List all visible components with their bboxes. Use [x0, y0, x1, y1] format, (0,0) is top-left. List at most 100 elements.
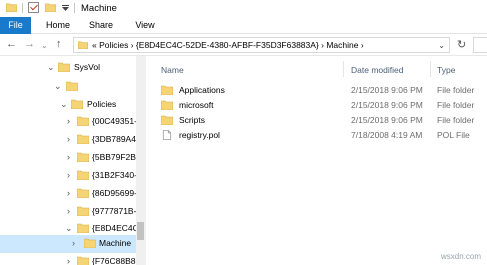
folder-icon: [77, 223, 89, 233]
file-date: 2/15/2018 9:06 PM: [351, 115, 423, 125]
ribbon-tabs: File Home Share View: [0, 17, 487, 34]
tree-item-label: {F76C88B8-: [92, 256, 139, 265]
window-title: Machine: [81, 3, 117, 14]
folder-icon: [6, 3, 17, 12]
watermark: wsxdn.com: [441, 252, 482, 261]
back-arrow-icon[interactable]: ←: [6, 39, 17, 50]
folder-icon: [71, 99, 83, 109]
file-date: 2/15/2018 9:06 PM: [351, 100, 423, 110]
chevron-right-icon[interactable]: ›: [67, 170, 70, 180]
divider: [22, 3, 23, 13]
folder-icon: [161, 115, 173, 125]
file-icon: [162, 130, 172, 140]
folder-icon: [77, 116, 89, 126]
folder-icon: [77, 206, 89, 216]
tree-item-policy[interactable]: › {9777871B-: [0, 203, 136, 221]
folder-icon: [66, 81, 78, 91]
tree-item-label: {00C49351-: [92, 116, 137, 126]
list-item[interactable]: Scripts 2/15/2018 9:06 PM File folder: [146, 113, 487, 128]
chevron-right-icon[interactable]: ›: [67, 206, 70, 216]
tree-item-label: {3DB789A4: [92, 134, 136, 144]
tab-home[interactable]: Home: [41, 17, 75, 34]
folder-icon: [58, 62, 70, 72]
tree-item-policy[interactable]: › {00C49351-: [0, 113, 137, 131]
tree-item-label: {9777871B-: [92, 206, 137, 216]
file-name: Scripts: [179, 115, 205, 125]
folder-icon: [77, 256, 89, 265]
column-header-name[interactable]: Name: [161, 65, 184, 75]
address-dropdown-icon[interactable]: ⌄: [438, 41, 445, 50]
tab-view[interactable]: View: [128, 17, 162, 34]
file-type: File folder: [437, 85, 475, 95]
file-date: 2/15/2018 9:06 PM: [351, 85, 423, 95]
tree-item-policy[interactable]: › {5BB79F2B-: [0, 149, 139, 167]
file-name: Applications: [179, 85, 225, 95]
file-date: 7/18/2008 4:19 AM: [351, 130, 423, 140]
column-header-type[interactable]: Type: [437, 65, 455, 75]
search-input[interactable]: [473, 37, 487, 53]
tree-item-unnamed[interactable]: ⌄: [0, 78, 136, 96]
chevron-down-icon[interactable]: ⌄: [60, 99, 68, 109]
tree-item-sysvol[interactable]: ⌄ SysVol: [0, 59, 136, 77]
navigation-scrollbar[interactable]: [136, 56, 145, 265]
address-path[interactable]: « Policies › {E8D4EC4C-52DE-4380-AFBF-F3…: [92, 40, 364, 50]
chevron-right-icon[interactable]: ›: [67, 152, 70, 162]
chevron-right-icon[interactable]: ›: [67, 116, 70, 126]
folder-icon: [77, 188, 89, 198]
column-header-date[interactable]: Date modified: [351, 65, 403, 75]
folder-icon: [161, 100, 173, 110]
forward-arrow-icon[interactable]: →: [24, 39, 35, 50]
chevron-down-icon[interactable]: ⌄: [54, 81, 62, 91]
folder-icon: [77, 134, 89, 144]
chevron-right-icon[interactable]: ›: [67, 256, 70, 265]
scrollbar-thumb[interactable]: [137, 222, 144, 240]
file-type: File folder: [437, 115, 475, 125]
file-name: registry.pol: [179, 130, 220, 140]
properties-icon[interactable]: [28, 2, 39, 13]
tree-item-label: {E8D4EC4C: [92, 223, 139, 233]
tab-share[interactable]: Share: [84, 17, 118, 34]
tree-item-policy[interactable]: › {86D95699-: [0, 185, 137, 203]
chevron-right-icon[interactable]: ›: [72, 238, 75, 248]
up-arrow-icon[interactable]: ↑: [56, 39, 62, 50]
tree-item-policy[interactable]: › {31B2F340-: [0, 167, 137, 185]
chevron-down-icon[interactable]: ⌄: [65, 223, 73, 233]
tree-item-label: {86D95699-: [92, 188, 137, 198]
tree-item-label: Policies: [87, 99, 117, 109]
divider: [74, 3, 75, 13]
chevron-down-icon[interactable]: ⌄: [47, 62, 55, 72]
tree-item-machine[interactable]: › Machine: [0, 235, 136, 253]
file-type: POL File: [437, 130, 470, 140]
column-divider[interactable]: [343, 61, 344, 77]
tree-item-policies[interactable]: ⌄ Policies: [0, 96, 136, 114]
tab-file[interactable]: File: [0, 17, 31, 34]
file-name: microsoft: [179, 100, 214, 110]
title-bar: Machine: [0, 0, 487, 17]
folder-icon: [161, 85, 173, 95]
address-row: ← → ⌄ ↑ « Policies › {E8D4EC4C-52DE-4380…: [0, 34, 487, 56]
folder-icon: [77, 170, 89, 180]
folder-icon: [84, 238, 96, 248]
chevron-right-icon[interactable]: ›: [67, 134, 70, 144]
new-folder-icon[interactable]: [45, 3, 56, 12]
refresh-icon[interactable]: ↻: [457, 38, 466, 51]
folder-icon: [77, 152, 89, 162]
tree-item-label: {31B2F340-: [92, 170, 137, 180]
navigation-pane: ⌄ SysVol ⌄ ⌄ Policies › {00C49351- › {3D…: [0, 56, 145, 265]
address-bar[interactable]: « Policies › {E8D4EC4C-52DE-4380-AFBF-F3…: [73, 37, 450, 53]
recent-locations-chevron-icon[interactable]: ⌄: [41, 40, 48, 51]
tree-item-policy[interactable]: › {F76C88B8-: [0, 253, 139, 265]
column-divider[interactable]: [430, 61, 431, 77]
file-type: File folder: [437, 100, 475, 110]
file-list: Name Date modified Type Applications 2/1…: [146, 56, 487, 265]
list-item[interactable]: microsoft 2/15/2018 9:06 PM File folder: [146, 98, 487, 113]
quick-access-dropdown-icon[interactable]: [62, 5, 69, 11]
chevron-right-icon[interactable]: ›: [67, 188, 70, 198]
tree-item-label: Machine: [99, 238, 132, 248]
tree-item-label: SysVol: [74, 62, 100, 72]
tree-item-label: {5BB79F2B-: [92, 152, 139, 162]
list-item[interactable]: Applications 2/15/2018 9:06 PM File fold…: [146, 83, 487, 98]
folder-icon: [78, 41, 88, 49]
list-item[interactable]: registry.pol 7/18/2008 4:19 AM POL File: [146, 128, 487, 143]
tree-item-policy[interactable]: › {3DB789A4: [0, 131, 136, 149]
